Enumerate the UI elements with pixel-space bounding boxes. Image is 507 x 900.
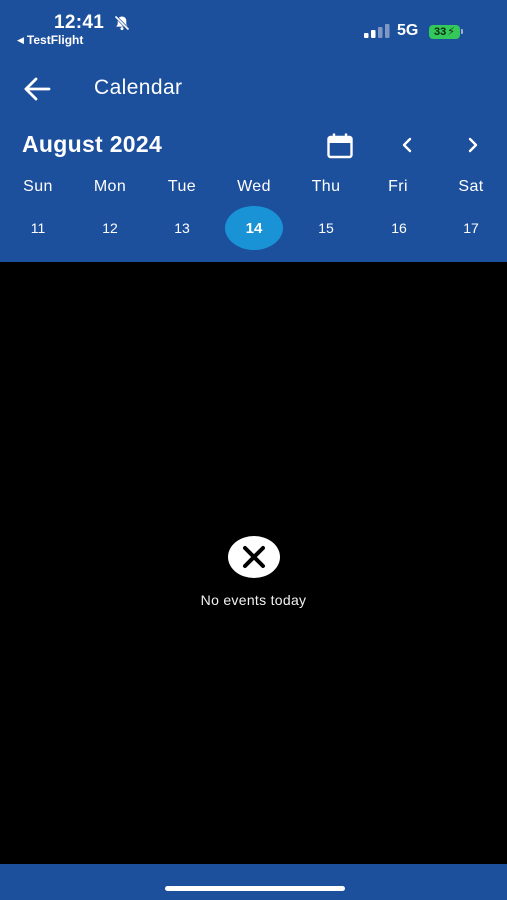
day-cell[interactable]: 17 [442,206,500,250]
empty-state-message: No events today [200,592,307,608]
weekday-label: Thu [311,178,341,195]
calendar-screen: 12:41 ◀ TestFlight 5G 33 ⚡ Calendar Augu… [0,0,507,900]
weekday-label: Wed [237,178,271,195]
weekday-header-row: Sun Mon Tue Wed Thu Fri Sat [0,178,507,198]
home-indicator[interactable] [165,886,345,891]
next-week-chevron-icon[interactable] [463,134,483,156]
back-to-testflight-link[interactable]: ◀ TestFlight [17,33,83,47]
battery-body: 33 ⚡ [429,24,460,39]
back-triangle-icon: ◀ [17,34,24,45]
bottom-bar [0,864,507,900]
weekday-label: Tue [167,178,197,195]
battery-cap [461,29,463,34]
day-cell[interactable]: 16 [370,206,428,250]
network-type: 5G [397,22,419,39]
back-arrow-icon[interactable] [23,76,51,102]
calendar-header: 12:41 ◀ TestFlight 5G 33 ⚡ Calendar Augu… [0,0,507,262]
month-row: August 2024 [0,128,507,164]
weekday-label: Sun [23,178,53,195]
weekday-label: Mon [93,178,127,195]
month-title: August 2024 [22,131,163,157]
back-app-label: TestFlight [26,33,84,47]
status-time: 12:41 [54,12,105,33]
week-day-row: 11 12 13 14 15 16 17 [0,206,507,250]
cellular-signal-icon [364,24,390,38]
weekday-label: Sat [458,178,484,195]
battery-indicator: 33 ⚡ [429,24,465,39]
day-cell-selected[interactable]: 14 [225,206,283,250]
page-title: Calendar [94,76,183,99]
status-bar: 12:41 ◀ TestFlight 5G 33 ⚡ [0,0,507,52]
no-events-close-icon [228,536,280,578]
battery-level: 33 [434,25,447,38]
previous-week-chevron-icon[interactable] [397,134,417,156]
bell-slash-icon [114,15,130,31]
day-cell[interactable]: 13 [153,206,211,250]
app-bar: Calendar [0,64,507,114]
charging-bolt-icon: ⚡ [447,26,455,38]
calendar-icon[interactable] [326,132,354,160]
day-cell[interactable]: 12 [81,206,139,250]
day-cell[interactable]: 11 [9,206,67,250]
weekday-label: Fri [388,178,408,195]
day-cell[interactable]: 15 [297,206,355,250]
